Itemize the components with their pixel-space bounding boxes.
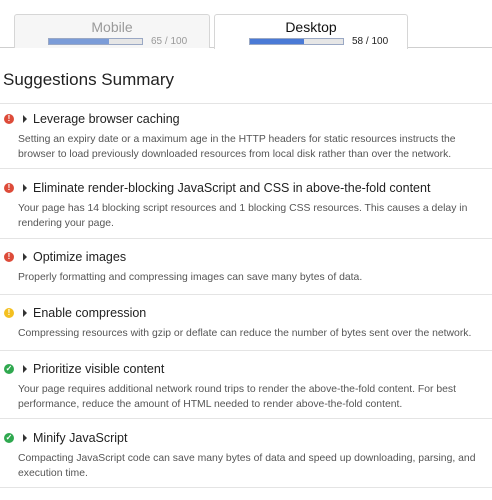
caret-right-icon <box>23 434 27 442</box>
tab-desktop[interactable]: Desktop 58 / 100 <box>214 14 408 49</box>
tab-desktop-label: Desktop <box>285 19 337 35</box>
mobile-score-text: 65 / 100 <box>151 36 188 47</box>
caret-right-icon <box>23 253 27 261</box>
desktop-score-bar <box>249 38 344 45</box>
mobile-score-bar <box>48 38 143 45</box>
caret-right-icon <box>23 184 27 192</box>
suggestion-header[interactable]: ✓ Minify JavaScript <box>0 430 127 446</box>
suggestion-title: Enable compression <box>33 306 147 320</box>
check-icon: ✓ <box>4 433 14 443</box>
mobile-score-bar-fill <box>49 39 110 44</box>
divider <box>0 103 492 104</box>
divider <box>0 238 492 239</box>
suggestion-header[interactable]: ! Leverage browser caching <box>0 111 180 127</box>
exclamation-icon: ! <box>4 308 14 318</box>
check-icon: ✓ <box>4 364 14 374</box>
divider <box>0 350 492 351</box>
divider <box>0 418 492 419</box>
suggestion-title: Eliminate render-blocking JavaScript and… <box>33 181 431 195</box>
tab-desktop-score-row: 58 / 100 <box>249 36 389 47</box>
suggestion-title: Minify JavaScript <box>33 431 128 445</box>
caret-right-icon <box>23 115 27 123</box>
tab-mobile-label: Mobile <box>91 19 133 35</box>
suggestion-header[interactable]: ! Eliminate render-blocking JavaScript a… <box>0 180 430 196</box>
tab-mobile[interactable]: Mobile 65 / 100 <box>14 14 210 48</box>
suggestion-header[interactable]: ! Optimize images <box>0 249 126 265</box>
device-tabs: Mobile 65 / 100 Desktop 58 / 100 <box>0 0 492 49</box>
exclamation-icon: ! <box>4 114 14 124</box>
suggestion-title: Leverage browser caching <box>33 112 180 126</box>
desktop-score-text: 58 / 100 <box>352 36 389 47</box>
divider <box>0 168 492 169</box>
suggestion-description: Compressing resources with gzip or defla… <box>18 328 472 339</box>
divider <box>0 294 492 295</box>
caret-right-icon <box>23 309 27 317</box>
suggestion-description: Your page has 14 blocking script resourc… <box>18 203 468 229</box>
suggestion-title: Prioritize visible content <box>33 362 165 376</box>
caret-right-icon <box>23 365 27 373</box>
suggestion-title: Optimize images <box>33 250 127 264</box>
suggestion-description: Your page requires additional network ro… <box>18 384 457 410</box>
suggestion-description: Compacting JavaScript code can save many… <box>18 453 476 479</box>
suggestion-description: Setting an expiry date or a maximum age … <box>18 134 456 160</box>
divider <box>0 487 492 488</box>
exclamation-icon: ! <box>4 183 14 193</box>
suggestions-summary-title: Suggestions Summary <box>3 70 175 89</box>
suggestion-description: Properly formatting and compressing imag… <box>18 272 363 283</box>
suggestion-header[interactable]: ✓ Prioritize visible content <box>0 361 164 377</box>
suggestion-header[interactable]: ! Enable compression <box>0 305 146 321</box>
desktop-score-bar-fill <box>250 39 304 44</box>
tab-mobile-score-row: 65 / 100 <box>48 36 188 47</box>
exclamation-icon: ! <box>4 252 14 262</box>
